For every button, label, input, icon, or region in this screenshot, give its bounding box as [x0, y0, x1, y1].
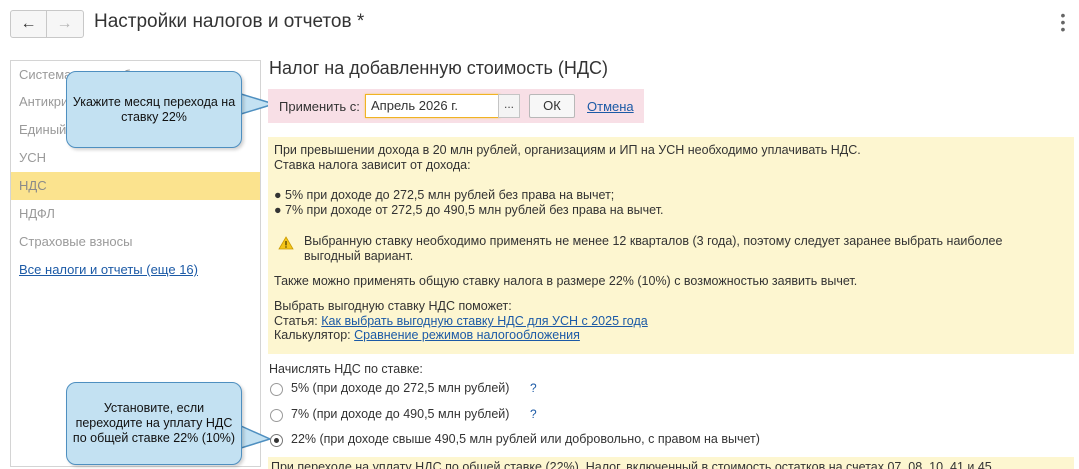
rate-5-label[interactable]: 5% (при доходе до 272,5 млн рублей) [291, 381, 509, 395]
apply-from-label: Применить с: [279, 99, 360, 114]
back-button[interactable]: ← [11, 11, 47, 37]
article-link[interactable]: Как выбрать выгодную ставку НДС для УСН … [321, 314, 647, 328]
rate-5-help-icon[interactable]: ? [530, 381, 537, 395]
info-text: При превышении дохода в 20 млн рублей, о… [274, 143, 861, 157]
calculator-row: Калькулятор: Сравнение режимов налогообл… [274, 328, 580, 342]
navigation-buttons: ← → [10, 10, 84, 38]
calculator-label: Калькулятор: [274, 328, 351, 342]
ok-button[interactable]: ОК [529, 94, 575, 118]
sidebar-item-ndfl[interactable]: НДФЛ [11, 200, 260, 228]
rate-7-help-icon[interactable]: ? [530, 407, 537, 421]
apply-from-input[interactable]: Апрель 2026 г. [365, 94, 500, 118]
arrow-left-icon: ← [20, 15, 37, 32]
article-label: Статья: [274, 314, 318, 328]
rate-7-radio[interactable] [270, 409, 283, 422]
sidebar-item-insurance[interactable]: Страховые взносы [11, 228, 260, 256]
page-title: Настройки налогов и отчетов * [94, 11, 365, 32]
calculator-link[interactable]: Сравнение режимов налогообложения [354, 328, 580, 342]
cancel-link[interactable]: Отмена [587, 99, 634, 114]
warning-icon [278, 236, 294, 250]
sidebar-item-all-taxes[interactable]: Все налоги и отчеты (еще 16) [11, 256, 260, 284]
bottom-note: При переходе на уплату НДС по общей став… [268, 457, 1074, 469]
hint-callout-month: Укажите месяц перехода на ставку 22% [66, 71, 242, 148]
warning-text: выгодный вариант. [304, 249, 414, 263]
info-bullet: ● 5% при доходе до 272,5 млн рублей без … [274, 188, 615, 202]
info-text: Ставка налога зависит от дохода: [274, 158, 471, 172]
rate-22-label[interactable]: 22% (при доходе свыше 490,5 млн рублей и… [291, 432, 760, 446]
more-actions-icon[interactable]: • • • [1057, 8, 1069, 36]
rate-7-label[interactable]: 7% (при доходе до 490,5 млн рублей) [291, 407, 509, 421]
arrow-right-icon: → [56, 15, 73, 32]
forward-button[interactable]: → [47, 11, 82, 37]
sidebar-item-vat[interactable]: НДС [11, 172, 260, 200]
warning-text: Выбранную ставку необходимо применять не… [304, 234, 1003, 248]
radio-selected-dot [274, 438, 279, 443]
info-text: Также можно применять общую ставку налог… [274, 274, 858, 288]
section-title: Налог на добавленную стоимость (НДС) [269, 58, 609, 78]
bottom-note-text: При переходе на уплату НДС по общей став… [271, 460, 992, 469]
rate-group-label: Начислять НДС по ставке: [269, 362, 423, 376]
rate-5-radio[interactable] [270, 383, 283, 396]
date-picker-button[interactable]: ... [498, 94, 520, 118]
info-text: Выбрать выгодную ставку НДС поможет: [274, 299, 512, 313]
info-bullet: ● 7% при доходе от 272,5 до 490,5 млн ру… [274, 203, 664, 217]
article-row: Статья: Как выбрать выгодную ставку НДС … [274, 314, 648, 328]
sidebar-item-usn[interactable]: УСН [11, 144, 260, 172]
rate-22-radio[interactable] [270, 434, 283, 447]
hint-callout-rate: Установите, если переходите на уплату НД… [66, 382, 242, 465]
